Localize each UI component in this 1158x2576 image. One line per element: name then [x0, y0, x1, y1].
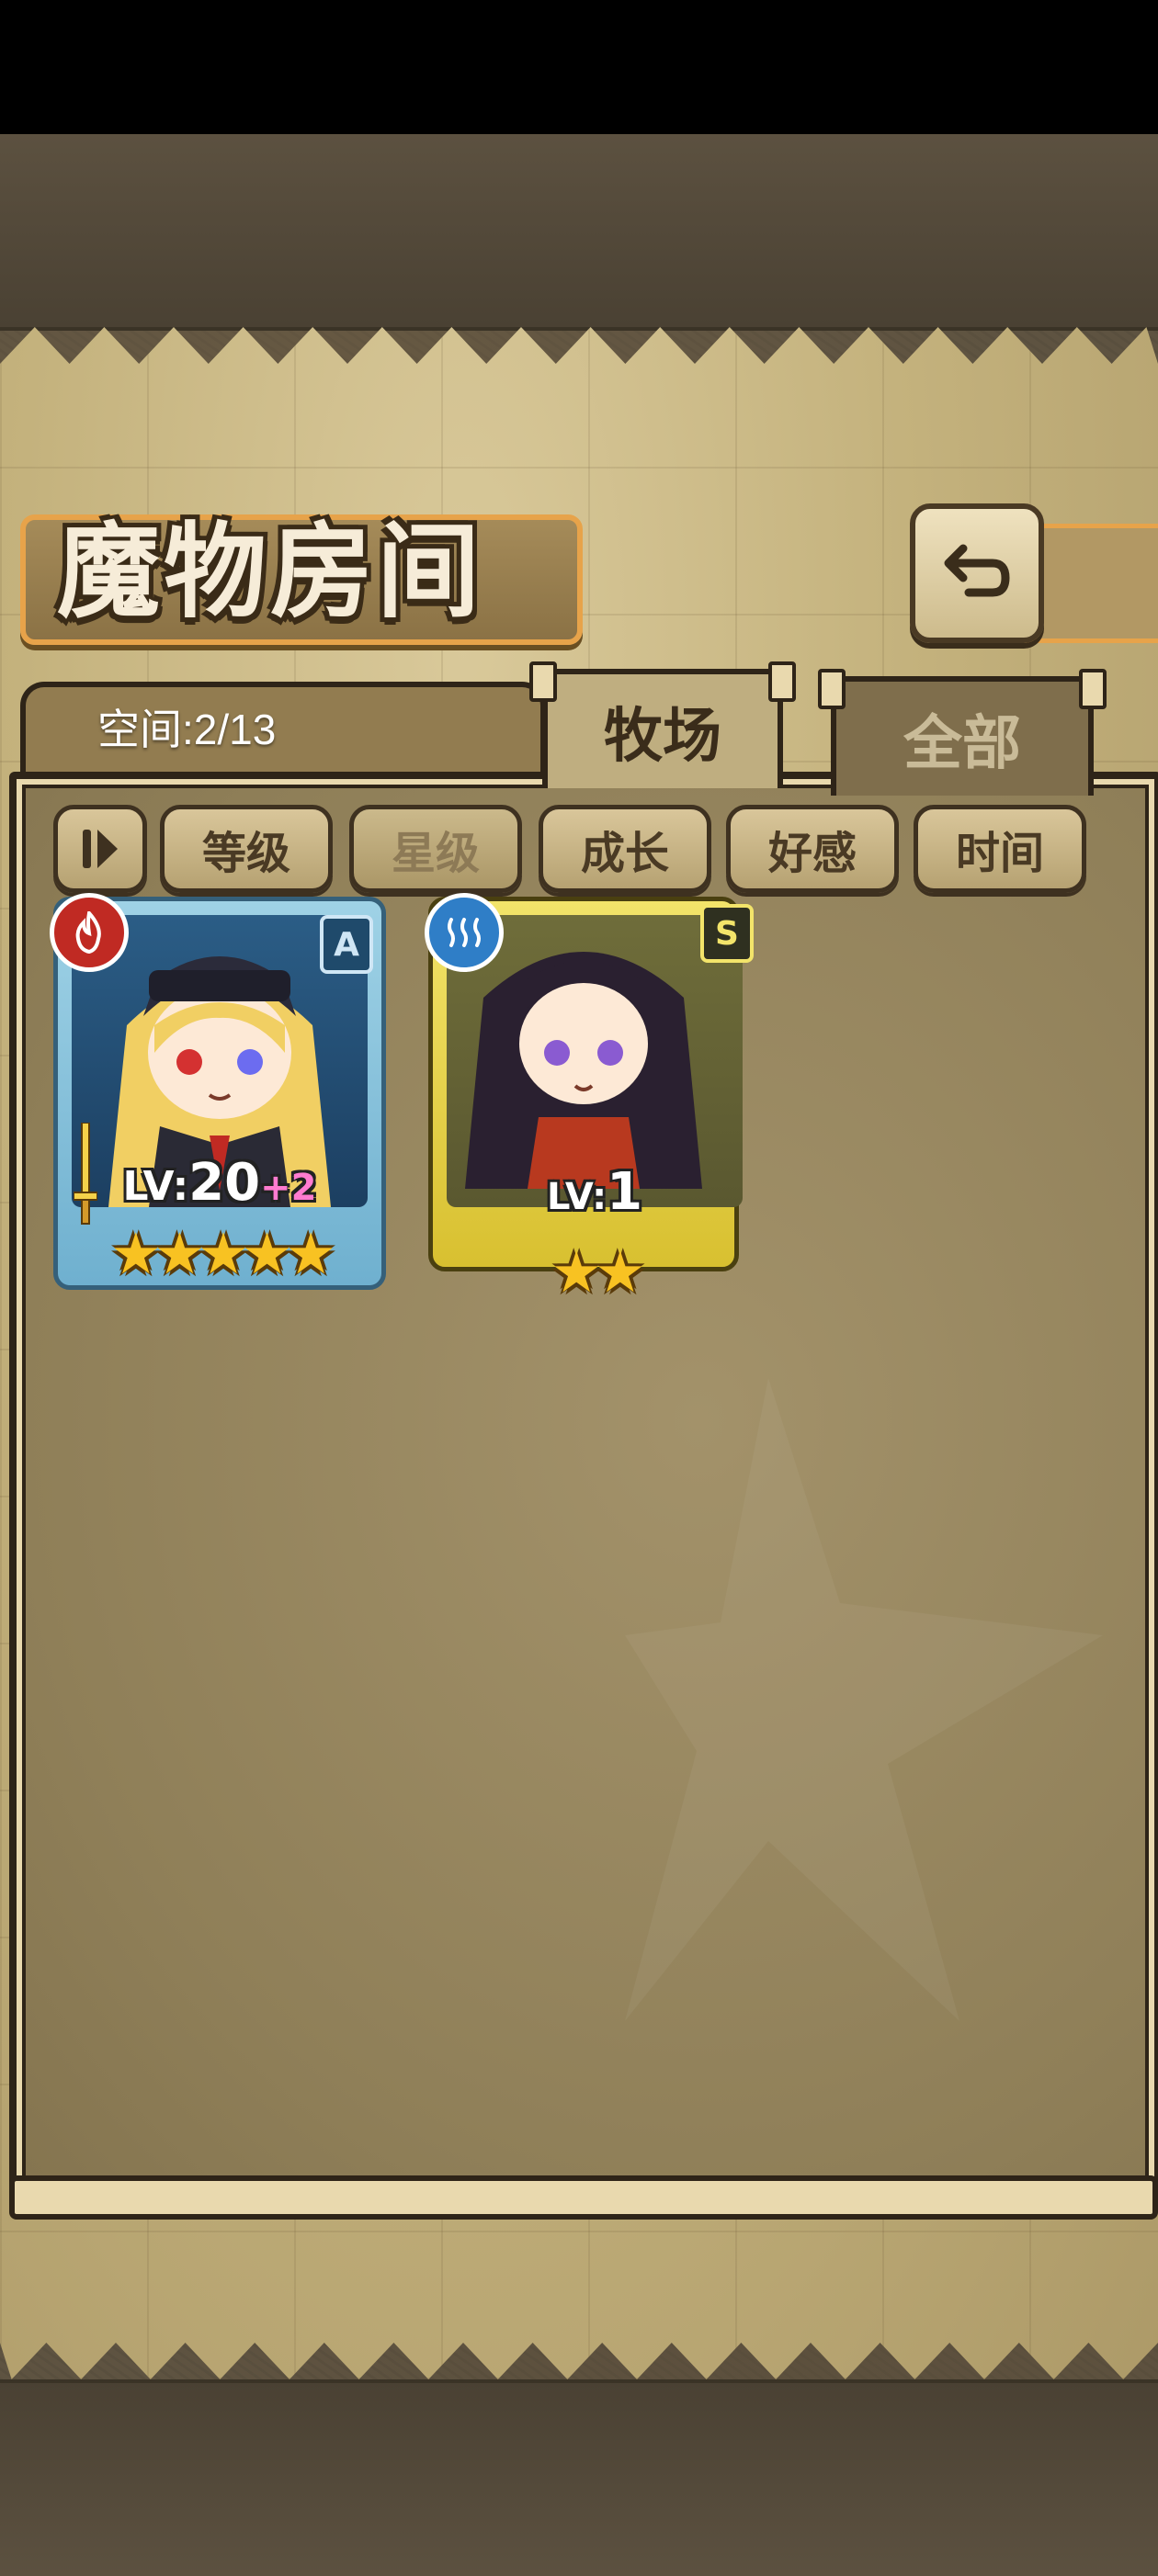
frame-bottom-bar	[9, 2175, 1158, 2220]
bottom-band	[0, 2379, 1158, 2576]
level-label: LV:1	[546, 1162, 643, 1222]
sort-direction-icon	[83, 830, 118, 868]
sort-growth-button[interactable]: 成长	[539, 805, 711, 893]
sort-affection-button[interactable]: 好感	[726, 805, 899, 893]
tab-ranch[interactable]: 牧场	[529, 661, 796, 788]
monster-card[interactable]: A LV:20+2 ★★★★★	[50, 893, 386, 1290]
level-label: LV:20+2	[122, 1153, 317, 1213]
rank-badge: S	[700, 904, 754, 963]
sort-time-button[interactable]: 时间	[914, 805, 1086, 893]
fire-element-icon	[50, 893, 129, 972]
back-button[interactable]	[910, 503, 1044, 643]
water-element-icon	[425, 893, 504, 972]
star-rating: ★★	[551, 1238, 645, 1305]
rank-badge: A	[320, 915, 373, 974]
star-rating: ★★★★★	[110, 1220, 336, 1287]
space-capacity: 空间:2/13	[97, 706, 277, 753]
tab-all[interactable]: 全部	[818, 669, 1107, 796]
sort-order-toggle[interactable]	[53, 805, 147, 893]
return-arrow-icon	[944, 544, 1010, 597]
monster-card[interactable]: S LV:1 ★★	[425, 893, 761, 1301]
sort-level-button[interactable]: 等级	[160, 805, 333, 893]
sort-star-button[interactable]: 星级	[349, 805, 522, 893]
page-title: 魔物房间	[57, 512, 483, 632]
top-band	[0, 134, 1158, 331]
